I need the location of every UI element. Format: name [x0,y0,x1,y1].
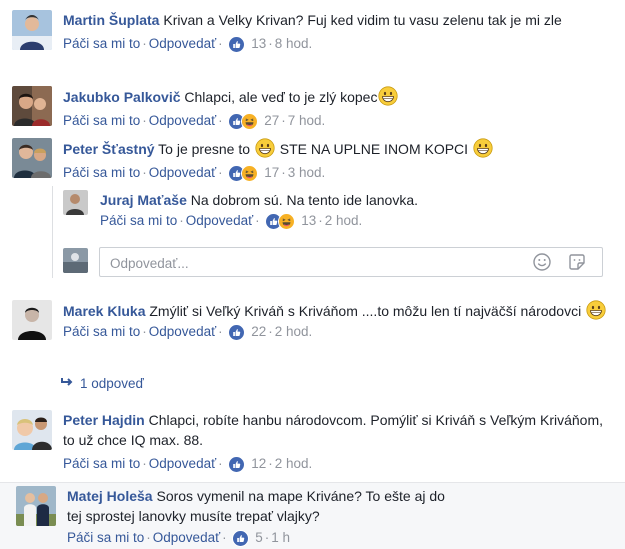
avatar[interactable] [12,138,52,178]
reactions[interactable] [228,112,259,130]
comment-text: Martin Šuplata Krivan a Velky Krivan? Fu… [63,10,615,30]
reply-link[interactable]: Odpovedať [149,113,216,128]
reactions[interactable] [228,323,246,341]
comment-text: Marek Kluka Zmýliť si Veľký Kriváň s Kri… [63,300,615,321]
reply-arrow-icon [61,378,73,386]
comment-actions: Páči sa mi to · Odpovedať · 27 · 7 hod. [63,112,326,130]
comment-text: Matej Holeša Soros vymenil na mape Krivá… [67,486,447,526]
current-user-avatar [63,248,88,273]
timestamp[interactable]: 2 hod. [325,213,363,228]
reply-link[interactable]: Odpovedať [153,530,220,545]
avatar[interactable] [63,190,88,215]
comment-text: Peter Šťastný To je presne to STE NA UPL… [63,138,615,159]
like-link[interactable]: Páči sa mi to [63,113,140,128]
comment-actions: Páči sa mi to · Odpovedať · 22 · 2 hod. [63,323,313,341]
reply-thread-line [52,186,53,278]
like-icon [228,323,246,341]
reaction-count[interactable]: 13 [301,213,316,228]
like-link[interactable]: Páči sa mi to [63,165,140,180]
like-icon [228,35,246,53]
reply-link[interactable]: Odpovedať [149,36,216,51]
comment-actions: Páči sa mi to · Odpovedať · 17 · 3 hod. [63,164,326,182]
haha-icon [241,164,259,182]
timestamp[interactable]: 2 hod. [275,324,313,339]
like-icon [232,529,250,547]
avatar[interactable] [12,300,52,340]
reply-link[interactable]: Odpovedať [186,213,253,228]
like-link[interactable]: Páči sa mi to [67,530,144,545]
grin-emoji-icon [586,300,606,320]
author-name[interactable]: Juraj Maťaše [100,192,187,208]
like-link[interactable]: Páči sa mi to [63,456,140,471]
reactions[interactable] [265,212,296,230]
avatar[interactable] [12,86,52,126]
comment-text: Peter Hajdin Chlapci, robíte hanbu národ… [63,410,615,450]
sticker-icon[interactable] [567,252,587,272]
author-name[interactable]: Peter Hajdin [63,412,145,428]
comment-actions: Páči sa mi to · Odpovedať · 12 · 2 hod. [63,455,313,473]
grin-emoji-icon [255,138,275,158]
reaction-count[interactable]: 22 [251,324,266,339]
comment-actions: Páči sa mi to · Odpovedať · 13 · 8 hod. [63,35,313,53]
reaction-count[interactable]: 12 [251,456,266,471]
comment-text: Juraj Maťaše Na dobrom sú. Na tento ide … [100,190,615,210]
comment-body-continued: STE NA UPLNE INOM KOPCI [279,141,469,157]
grin-emoji-icon [378,86,398,106]
author-name[interactable]: Matej Holeša [67,488,153,504]
avatar[interactable] [12,10,52,50]
view-replies-label: 1 odpoveď [80,376,144,391]
reply-box [99,247,603,277]
reaction-count[interactable]: 17 [264,165,279,180]
timestamp[interactable]: 3 hod. [288,165,326,180]
reactions[interactable] [228,455,246,473]
grin-emoji-icon [473,138,493,158]
avatar[interactable] [16,486,56,526]
comment-actions: Páči sa mi to · Odpovedať · 5 · 1 h [67,529,290,547]
reply-input[interactable] [108,253,512,273]
reply-link[interactable]: Odpovedať [149,324,216,339]
comment-body: Krivan a Velky Krivan? Fuj ked vidim tu … [163,12,562,28]
reactions[interactable] [232,529,250,547]
timestamp[interactable]: 1 h [271,530,290,545]
emoji-picker-icon[interactable] [532,252,552,272]
like-link[interactable]: Páči sa mi to [63,324,140,339]
comment-body: Na dobrom sú. Na tento ide lanovka. [190,192,419,208]
comment-actions: Páči sa mi to · Odpovedať · 13 · 2 hod. [100,212,363,230]
view-replies-link[interactable]: 1 odpoveď [60,376,144,391]
reaction-count[interactable]: 13 [251,36,266,51]
reaction-count[interactable]: 5 [255,530,263,545]
like-link[interactable]: Páči sa mi to [100,213,177,228]
haha-icon [278,212,296,230]
reactions[interactable] [228,35,246,53]
author-name[interactable]: Martin Šuplata [63,12,159,28]
like-link[interactable]: Páči sa mi to [63,36,140,51]
reply-link[interactable]: Odpovedať [149,456,216,471]
reaction-count[interactable]: 27 [264,113,279,128]
author-name[interactable]: Jakubko Palkovič [63,89,181,105]
comment-body: Chlapci, ale veď to je zlý kopec [184,89,378,105]
author-name[interactable]: Marek Kluka [63,303,145,319]
reactions[interactable] [228,164,259,182]
author-name[interactable]: Peter Šťastný [63,141,155,157]
comment-body: To je presne to [158,141,251,157]
like-icon [228,455,246,473]
haha-icon [241,112,259,130]
comment-text: Jakubko Palkovič Chlapci, ale veď to je … [63,86,615,107]
timestamp[interactable]: 8 hod. [275,36,313,51]
reply-link[interactable]: Odpovedať [149,165,216,180]
timestamp[interactable]: 2 hod. [275,456,313,471]
avatar[interactable] [12,410,52,450]
timestamp[interactable]: 7 hod. [288,113,326,128]
comment-body: Zmýliť si Veľký Kriváň s Kriváňom ....to… [149,303,582,319]
